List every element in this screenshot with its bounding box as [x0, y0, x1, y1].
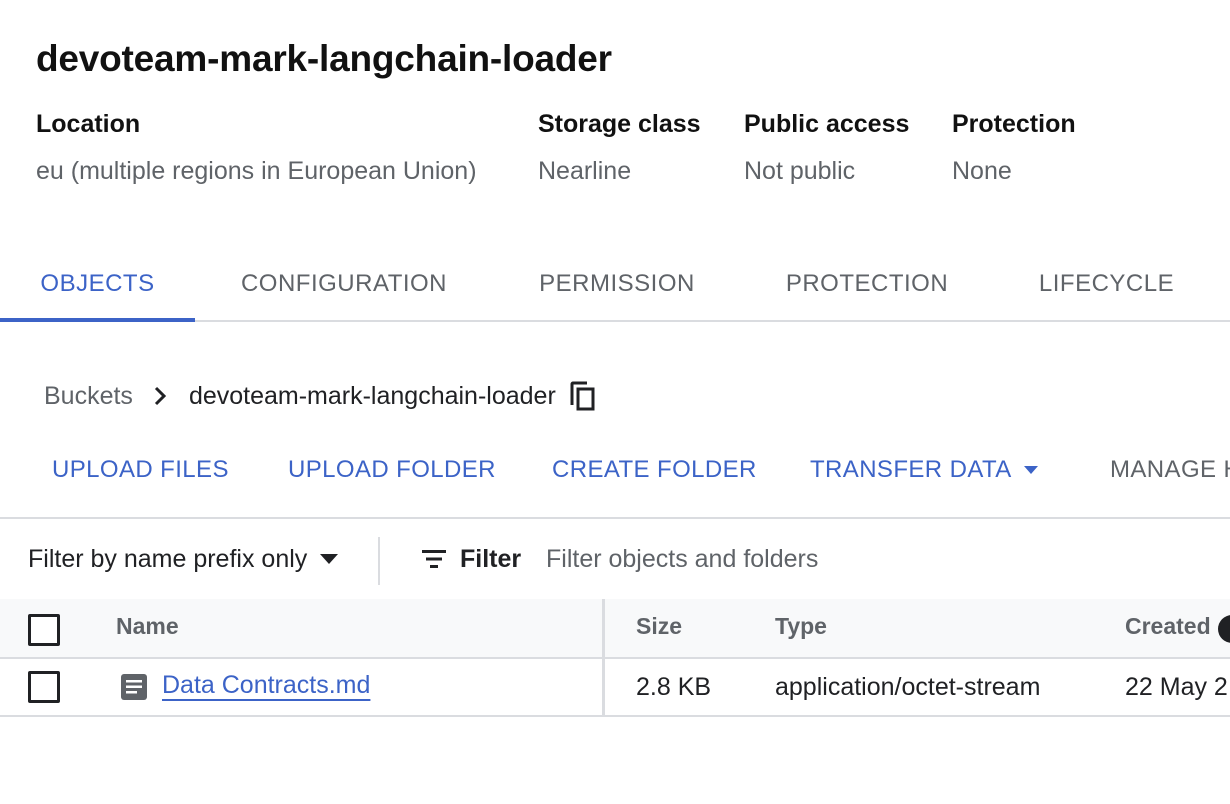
object-type: application/octet-stream: [775, 673, 1041, 701]
filter-list-icon: [420, 548, 448, 570]
object-size: 2.8 KB: [636, 673, 712, 701]
column-header-name[interactable]: Name: [116, 613, 179, 640]
location-value: eu (multiple regions in European Union): [36, 157, 477, 185]
object-name-link[interactable]: Data Contracts.md: [162, 671, 370, 700]
chevron-right-icon: [153, 385, 167, 407]
dropdown-arrow-icon: [320, 554, 339, 564]
tab-lifecycle[interactable]: LIFECYCLE: [1024, 248, 1189, 320]
tab-configuration[interactable]: CONFIGURATION: [230, 248, 458, 320]
filter-button[interactable]: Filter: [420, 539, 521, 579]
breadcrumb-current: devoteam-mark-langchain-loader: [188, 381, 556, 410]
copy-icon[interactable]: [570, 381, 596, 411]
row-checkbox[interactable]: [28, 671, 60, 703]
divider: [378, 537, 380, 585]
transfer-data-button[interactable]: TRANSFER DATA: [810, 448, 1040, 492]
help-icon[interactable]: [1218, 615, 1230, 643]
protection-value: None: [952, 157, 1012, 185]
document-icon: [121, 674, 147, 700]
table-row[interactable]: Data Contracts.md 2.8 KB application/oct…: [0, 659, 1230, 717]
filter-label: Filter: [460, 544, 522, 573]
table-header: Name Size Type Created: [0, 599, 1230, 659]
tab-objects[interactable]: OBJECTS: [0, 248, 195, 322]
filter-prefix-select[interactable]: Filter by name prefix only: [28, 539, 339, 579]
public-access-value: Not public: [744, 157, 856, 185]
filter-bar: Filter by name prefix only Filter: [0, 517, 1230, 601]
transfer-data-label: TRANSFER DATA: [810, 456, 1012, 483]
public-access-label: Public access: [744, 110, 910, 138]
upload-folder-button[interactable]: UPLOAD FOLDER: [288, 448, 496, 492]
bucket-title: devoteam-mark-langchain-loader: [36, 38, 612, 79]
dropdown-arrow-icon: [1023, 466, 1038, 474]
tab-protection[interactable]: PROTECTION: [772, 248, 962, 320]
filter-prefix-label: Filter by name prefix only: [28, 544, 308, 573]
object-created: 22 May 2: [1125, 673, 1228, 701]
filter-input[interactable]: [546, 537, 1206, 581]
select-all-checkbox[interactable]: [28, 614, 60, 646]
storage-class-label: Storage class: [538, 110, 701, 138]
column-header-type[interactable]: Type: [775, 613, 827, 640]
protection-label: Protection: [952, 110, 1076, 138]
manage-holds-button[interactable]: MANAGE H: [1110, 448, 1230, 492]
location-label: Location: [36, 110, 141, 138]
column-resize-handle[interactable]: [602, 599, 605, 717]
breadcrumb: Buckets devoteam-mark-langchain-loader: [44, 376, 596, 416]
upload-files-button[interactable]: UPLOAD FILES: [52, 448, 229, 492]
breadcrumb-buckets-link[interactable]: Buckets: [44, 382, 133, 411]
column-header-size[interactable]: Size: [636, 613, 682, 640]
tab-bar: OBJECTS CONFIGURATION PERMISSION PROTECT…: [0, 248, 1230, 322]
storage-class-value: Nearline: [538, 157, 632, 185]
create-folder-button[interactable]: CREATE FOLDER: [552, 448, 757, 492]
column-header-created[interactable]: Created: [1125, 613, 1211, 640]
tab-permission[interactable]: PERMISSION: [522, 248, 712, 320]
